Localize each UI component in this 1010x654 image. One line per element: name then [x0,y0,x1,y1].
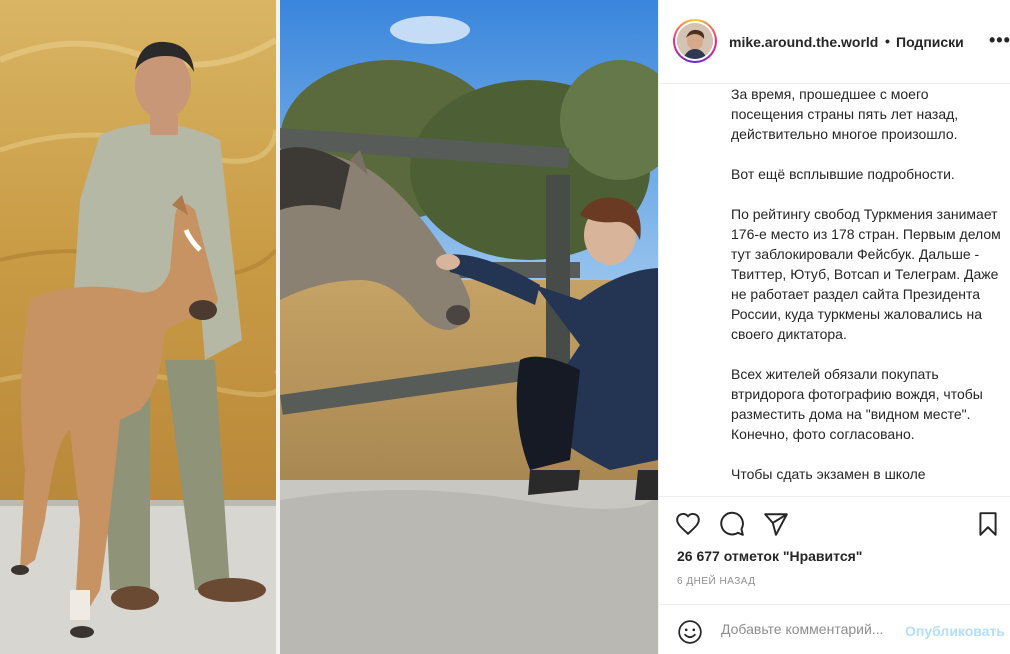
avatar[interactable] [673,19,717,63]
post-date[interactable]: 6 дней назад [677,576,756,587]
comment-icon[interactable] [719,511,745,537]
publish-button[interactable]: Опубликовать [905,623,1005,639]
post-caption: За время, прошедшее с моего посещения ст… [731,84,1001,494]
action-bar [659,496,1010,548]
comment-bar: Опубликовать [659,604,1010,654]
share-icon[interactable] [763,511,789,537]
caption-paragraph: По рейтингу свобод Туркмения занимает 17… [731,206,1001,342]
following-button[interactable]: Подписки [896,34,964,50]
instagram-post: mike.around.the.world • Подписки ••• За … [0,0,1010,654]
post-header: mike.around.the.world • Подписки ••• [659,0,1010,84]
post-media[interactable] [0,0,658,654]
heart-icon[interactable] [675,511,701,537]
caption-paragraph: Чтобы сдать экзамен в школе [731,466,926,482]
more-options-icon[interactable]: ••• [989,30,1010,51]
emoji-icon[interactable] [677,619,703,645]
avatar-image [677,23,713,59]
caption-paragraph: Всех жителей обязали покупать втридорога… [731,366,983,442]
comment-input[interactable] [721,621,907,637]
username-link[interactable]: mike.around.the.world [729,34,881,50]
post-sidebar: mike.around.the.world • Подписки ••• За … [658,0,1010,654]
bookmark-icon[interactable] [975,511,1001,537]
header-separator: • [885,33,890,49]
photo-person-with-horse [280,0,658,654]
photo-man-with-foal [0,0,276,654]
caption-paragraph: Вот ещё всплывшие подробности. [731,166,955,182]
likes-count[interactable]: 26 677 отметок "Нравится" [677,548,862,564]
caption-paragraph: За время, прошедшее с моего посещения ст… [731,86,959,142]
